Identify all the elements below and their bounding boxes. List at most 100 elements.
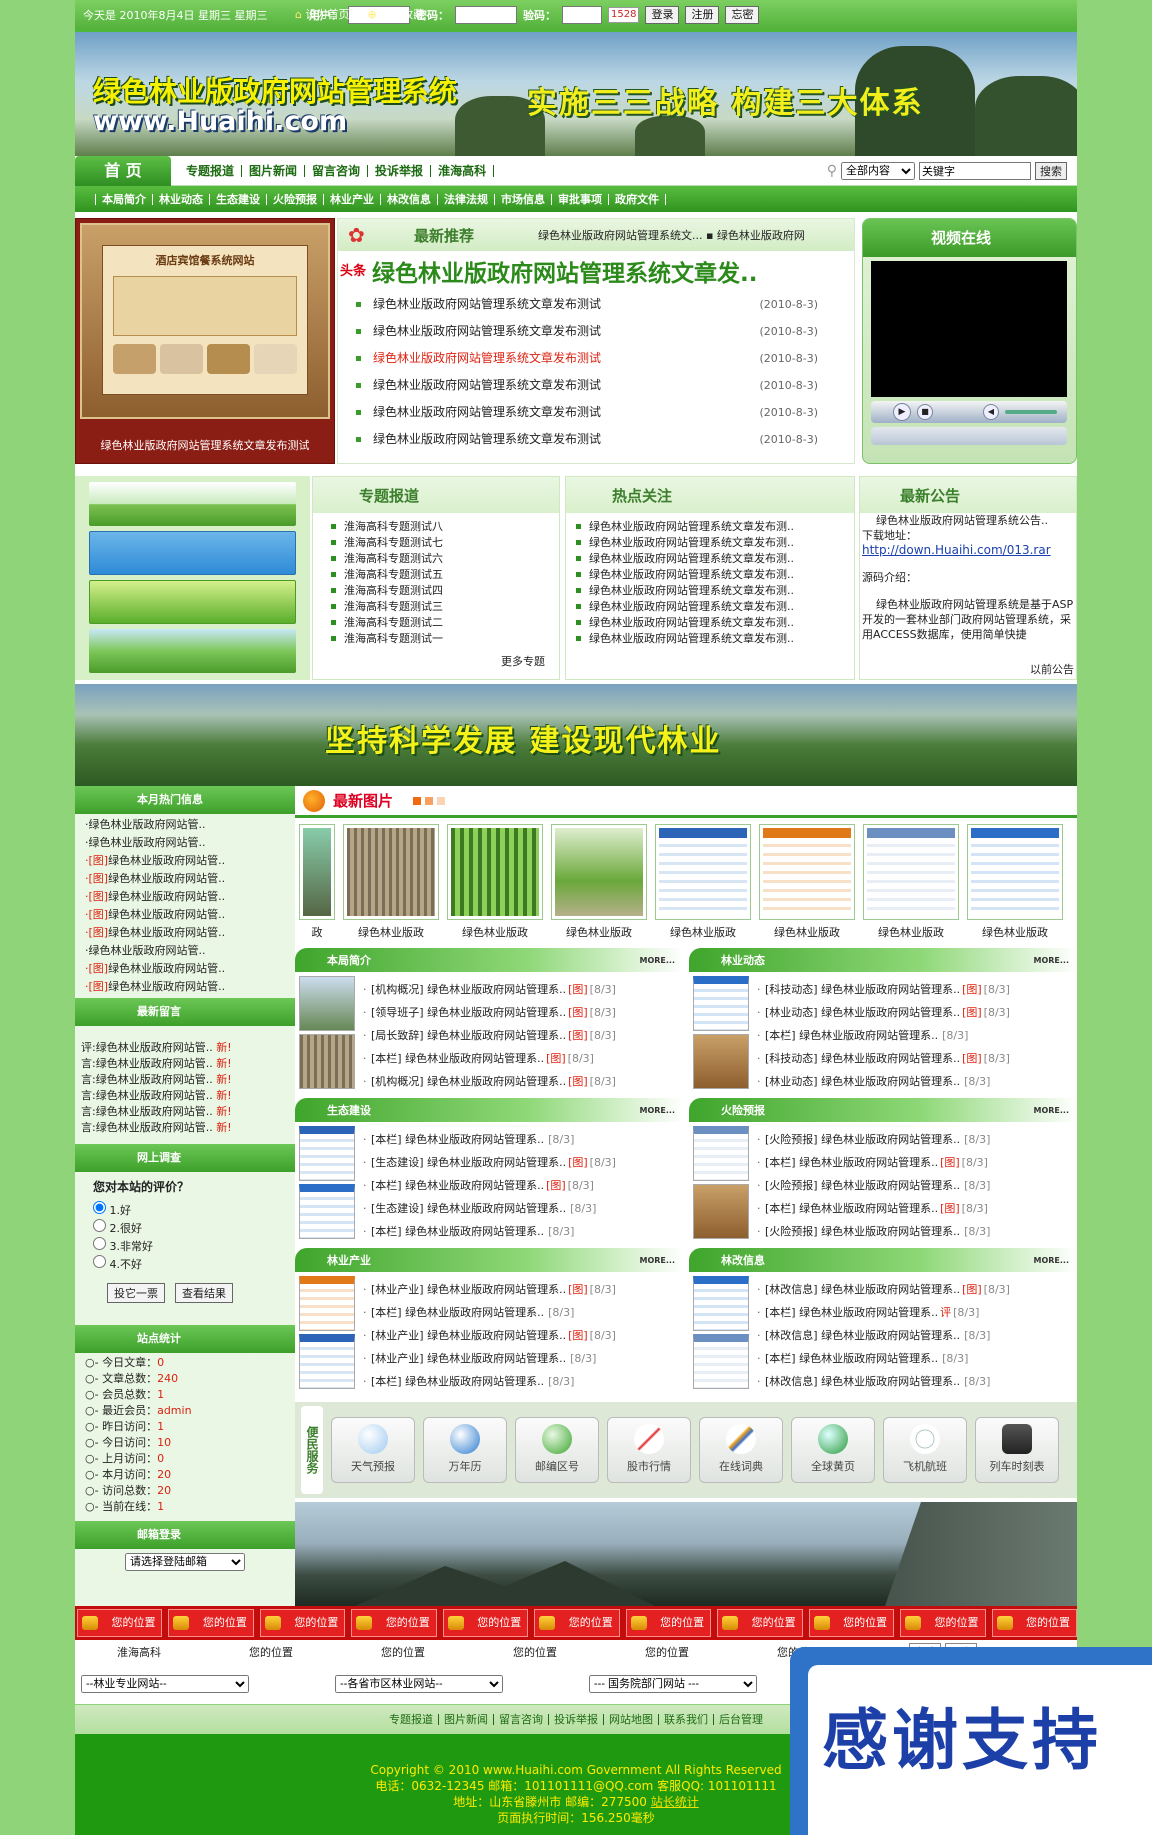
news-item[interactable]: 绿色林业版政府网站管理系统文章发布测试 (2010-8-3) xyxy=(356,345,818,372)
thumb-image[interactable] xyxy=(299,1184,355,1239)
article-item[interactable]: [本栏] 绿色林业版政府网站管理系..评[8/3] xyxy=(757,1301,1077,1324)
article-item[interactable]: [局长致辞] 绿色林业版政府网站管理系..[图][8/3] xyxy=(363,1024,683,1047)
article-item[interactable]: [生态建设] 绿色林业版政府网站管理系..[图][8/3] xyxy=(363,1151,683,1174)
hot-item[interactable]: 绿色林业版政府网站管理系统文章发布测.. xyxy=(576,631,854,647)
article-item[interactable]: [本栏] 绿色林业版政府网站管理系..[8/3] xyxy=(757,1024,1077,1047)
nav-home[interactable]: 首 页 xyxy=(75,155,171,186)
article-item[interactable]: [领导班子] 绿色林业版政府网站管理系..[图][8/3] xyxy=(363,1001,683,1024)
bottom-nav-item[interactable]: 投诉举报 xyxy=(549,1714,604,1725)
bottom-nav-item[interactable]: 留言咨询 xyxy=(494,1714,549,1725)
headline-link[interactable]: 绿色林业版政府网站管理系统文章发.. xyxy=(366,254,757,288)
hot-month-item[interactable]: ·绿色林业版政府网站管.. xyxy=(85,834,295,852)
download-link[interactable]: http://down.Huaihi.com/013.rar xyxy=(862,543,1074,558)
subnav-item[interactable]: 林业动态 xyxy=(152,193,209,205)
hot-month-item[interactable]: ·绿色林业版政府网站管.. xyxy=(85,816,295,834)
article-item[interactable]: [本栏] 绿色林业版政府网站管理系..[图][8/3] xyxy=(363,1174,683,1197)
hot-month-item[interactable]: ·[图]绿色林业版政府网站管.. xyxy=(85,978,295,996)
location-text[interactable]: 您的位置 xyxy=(645,1644,777,1660)
article-item[interactable]: [火险预报] 绿色林业版政府网站管理系..[8/3] xyxy=(757,1174,1077,1197)
location-ad[interactable]: 您的位置 xyxy=(77,1609,163,1637)
news-item[interactable]: 绿色林业版政府网站管理系统文章发布测试 (2010-8-3) xyxy=(356,291,818,318)
link-select-state-council[interactable]: --- 国务院部门网站 --- xyxy=(589,1675,757,1693)
more-link[interactable]: MORE... xyxy=(1033,1106,1077,1115)
article-item[interactable]: [科技动态] 绿色林业版政府网站管理系..[图][8/3] xyxy=(757,978,1077,1001)
service-dictionary[interactable]: 在线词典 xyxy=(699,1417,783,1483)
article-item[interactable]: [科技动态] 绿色林业版政府网站管理系..[图][8/3] xyxy=(757,1047,1077,1070)
service-postcode[interactable]: 邮编区号 xyxy=(515,1417,599,1483)
nav-item-messages[interactable]: 留言咨询 xyxy=(305,164,369,177)
article-item[interactable]: [林改信息] 绿色林业版政府网站管理系..[图][8/3] xyxy=(757,1278,1077,1301)
subnav-item[interactable]: 本局简介 xyxy=(95,193,152,205)
gallery-item[interactable]: 绿色林业版政 xyxy=(551,824,647,948)
nav-item-huaihai[interactable]: 淮海高科 xyxy=(431,164,495,177)
article-item[interactable]: [机构概况] 绿色林业版政府网站管理系..[图][8/3] xyxy=(363,1070,683,1093)
gallery-item[interactable]: 绿色林业版政 xyxy=(343,824,439,948)
more-topics-link[interactable]: 更多专题 xyxy=(501,653,545,669)
nav-item-complaints[interactable]: 投诉举报 xyxy=(368,164,432,177)
hot-item[interactable]: 绿色林业版政府网站管理系统文章发布测.. xyxy=(576,599,854,615)
hot-month-item[interactable]: ·[图]绿色林业版政府网站管.. xyxy=(85,870,295,888)
message-item[interactable]: 言:绿色林业版政府网站管.. 新! xyxy=(81,1056,295,1072)
thanks-popup[interactable]: 感谢支持 xyxy=(790,1647,1152,1835)
hot-item[interactable]: 绿色林业版政府网站管理系统文章发布测.. xyxy=(576,551,854,567)
subnav-item[interactable]: 生态建设 xyxy=(209,193,266,205)
location-ad[interactable]: 您的位置 xyxy=(351,1609,437,1637)
more-link[interactable]: MORE... xyxy=(1033,956,1077,965)
more-link[interactable]: MORE... xyxy=(639,1106,683,1115)
article-item[interactable]: [本栏] 绿色林业版政府网站管理系..[图][8/3] xyxy=(757,1151,1077,1174)
news-marquee[interactable]: 绿色林业版政府网站管理系统文... ▪ 绿色林业版政府网 xyxy=(538,227,838,243)
bottom-nav-item[interactable]: 后台管理 xyxy=(714,1714,768,1725)
news-item[interactable]: 绿色林业版政府网站管理系统文章发布测试 (2010-8-3) xyxy=(356,318,818,345)
article-item[interactable]: [火险预报] 绿色林业版政府网站管理系..[8/3] xyxy=(757,1220,1077,1243)
service-weather[interactable]: 天气预报 xyxy=(331,1417,415,1483)
hot-month-item[interactable]: ·[图]绿色林业版政府网站管.. xyxy=(85,924,295,942)
location-text[interactable]: 您的位置 xyxy=(381,1644,513,1660)
thumb-image[interactable] xyxy=(299,1276,355,1331)
bottom-nav-item[interactable]: 联系我们 xyxy=(659,1714,714,1725)
bottom-nav-item[interactable]: 网站地图 xyxy=(604,1714,659,1725)
article-item[interactable]: [本栏] 绿色林业版政府网站管理系..[8/3] xyxy=(363,1301,683,1324)
more-link[interactable]: MORE... xyxy=(639,1256,683,1265)
old-notices-link[interactable]: 以前公告 xyxy=(1030,661,1074,677)
gallery-item[interactable]: 政 xyxy=(299,824,335,948)
video-seek-bar[interactable] xyxy=(871,427,1067,445)
message-item[interactable]: 言:绿色林业版政府网站管.. 新! xyxy=(81,1120,295,1136)
article-item[interactable]: [本栏] 绿色林业版政府网站管理系..[8/3] xyxy=(757,1347,1077,1370)
featured-picture[interactable]: 酒店宾馆餐系统网站 绿色林业版政府网站管理系统文章发布测试 xyxy=(75,218,335,464)
news-item[interactable]: 绿色林业版政府网站管理系统文章发布测试 (2010-8-3) xyxy=(356,399,818,426)
more-link[interactable]: MORE... xyxy=(1033,1256,1077,1265)
location-ad[interactable]: 您的位置 xyxy=(991,1609,1077,1637)
gallery-item[interactable]: 绿色林业版政 xyxy=(759,824,855,948)
survey-option[interactable]: 1.好 xyxy=(93,1201,295,1219)
gallery-item[interactable]: 绿色林业版政 xyxy=(655,824,751,948)
service-flights[interactable]: 飞机航班 xyxy=(883,1417,967,1483)
location-text[interactable]: 淮海高科 xyxy=(117,1644,249,1660)
article-item[interactable]: [林业产业] 绿色林业版政府网站管理系..[图][8/3] xyxy=(363,1324,683,1347)
location-ad[interactable]: 您的位置 xyxy=(717,1609,803,1637)
article-item[interactable]: [本栏] 绿色林业版政府网站管理系..[图][8/3] xyxy=(757,1197,1077,1220)
link-select-forestry[interactable]: --林业专业网站-- xyxy=(81,1675,249,1693)
hot-item[interactable]: 绿色林业版政府网站管理系统文章发布测.. xyxy=(576,535,854,551)
nav-item-topics[interactable]: 专题报道 xyxy=(179,164,243,177)
hot-month-item[interactable]: ·[图]绿色林业版政府网站管.. xyxy=(85,906,295,924)
article-item[interactable]: [林改信息] 绿色林业版政府网站管理系..[8/3] xyxy=(757,1324,1077,1347)
thumb-image[interactable] xyxy=(299,1034,355,1089)
location-ad[interactable]: 您的位置 xyxy=(259,1609,346,1637)
nav-item-photo-news[interactable]: 图片新闻 xyxy=(242,164,306,177)
location-ad[interactable]: 您的位置 xyxy=(900,1609,986,1637)
volume-slider[interactable] xyxy=(1005,410,1057,414)
location-ad[interactable]: 您的位置 xyxy=(625,1609,712,1637)
article-item[interactable]: [机构概况] 绿色林业版政府网站管理系..[图][8/3] xyxy=(363,978,683,1001)
hot-item[interactable]: 绿色林业版政府网站管理系统文章发布测.. xyxy=(576,567,854,583)
topic-item[interactable]: 淮海高科专题测试五 xyxy=(331,567,559,583)
search-button[interactable]: 搜索 xyxy=(1035,161,1067,180)
gallery-item[interactable]: 绿色林业版政 xyxy=(447,824,543,948)
article-item[interactable]: [林业动态] 绿色林业版政府网站管理系..[8/3] xyxy=(757,1070,1077,1093)
volume-icon[interactable]: ◀ xyxy=(983,404,999,420)
service-calendar[interactable]: 万年历 xyxy=(423,1417,507,1483)
article-item[interactable]: [生态建设] 绿色林业版政府网站管理系..[8/3] xyxy=(363,1197,683,1220)
article-item[interactable]: [林业产业] 绿色林业版政府网站管理系..[图][8/3] xyxy=(363,1278,683,1301)
service-yellowpages[interactable]: 全球黄页 xyxy=(791,1417,875,1483)
thumb-image[interactable] xyxy=(299,976,355,1031)
link-select-provinces[interactable]: --各省市区林业网站-- xyxy=(335,1675,503,1693)
